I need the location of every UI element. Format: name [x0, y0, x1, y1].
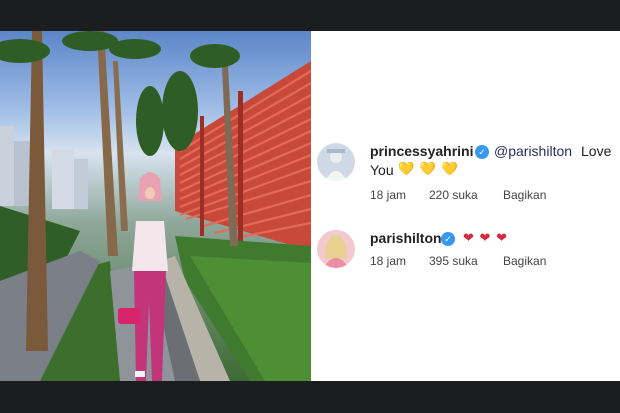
comment-text: Love — [581, 143, 612, 159]
avatar[interactable] — [317, 143, 355, 181]
verified-badge-icon: ✓ — [475, 145, 489, 159]
avatar[interactable] — [317, 230, 355, 268]
heart-icon: 💛 — [441, 161, 458, 176]
heart-icon: ❤ — [463, 230, 474, 245]
comment-emoji-hearts: 💛 💛 💛 — [398, 161, 460, 177]
comment-time: 18 jam — [370, 254, 407, 268]
share-button[interactable]: Bagikan — [503, 254, 546, 268]
heart-icon: ❤ — [496, 230, 507, 245]
comment-emoji-hearts: ❤ ❤ ❤ — [463, 230, 509, 246]
comment-time: 18 jam — [370, 188, 407, 202]
verified-badge-icon: ✓ — [441, 232, 455, 246]
comment-likes[interactable]: 220 suka — [429, 188, 478, 202]
photo-illustration — [0, 31, 311, 381]
comment-meta: 18 jam 395 suka Bagikan — [370, 254, 610, 270]
screenshot-frame: princessyahrini ✓ @parishilton Love You … — [0, 31, 620, 381]
share-button[interactable]: Bagikan — [503, 188, 546, 202]
comment-likes[interactable]: 395 suka — [429, 254, 478, 268]
comment-text-line2: You — [370, 162, 394, 178]
heart-icon: 💛 — [398, 161, 415, 176]
comment-username[interactable]: princessyahrini — [370, 143, 474, 159]
comment-meta: 18 jam 220 suka Bagikan — [370, 188, 610, 204]
comment-mention[interactable]: @parishilton — [494, 143, 572, 159]
comments-panel: princessyahrini ✓ @parishilton Love You … — [311, 31, 620, 381]
heart-icon: ❤ — [479, 230, 491, 245]
comment-username[interactable]: parishilton — [370, 230, 442, 246]
heart-icon: 💛 — [419, 161, 436, 176]
photo-panel — [0, 31, 311, 381]
